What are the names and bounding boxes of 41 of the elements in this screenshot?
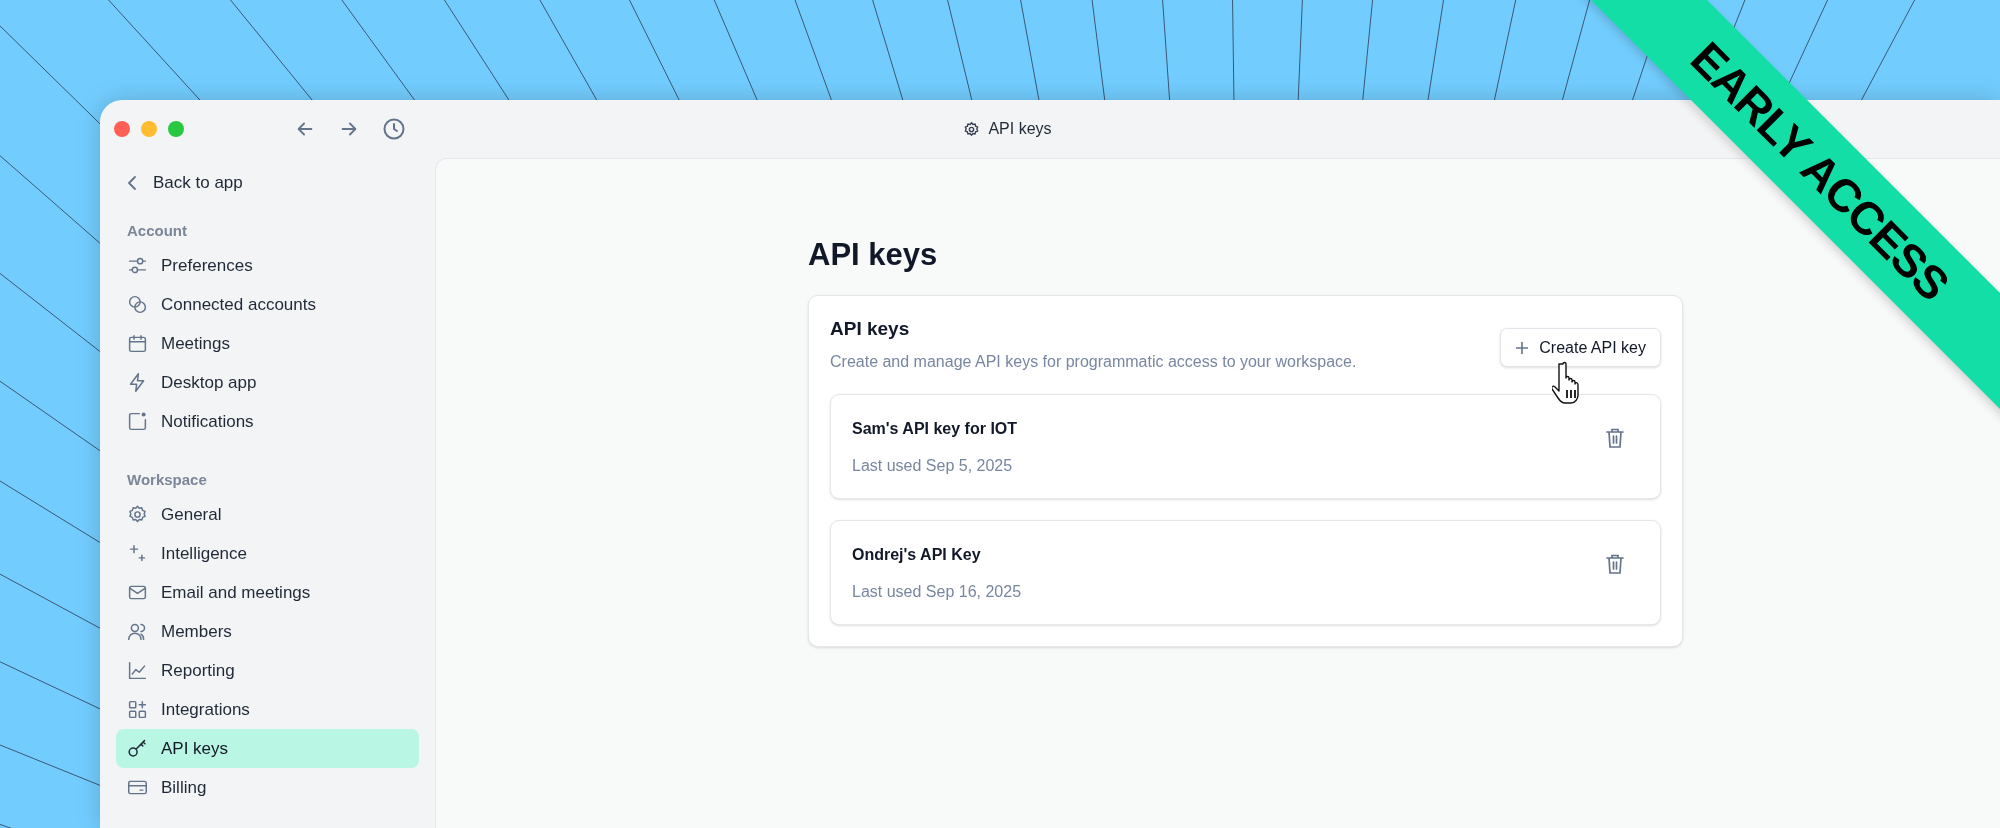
last-used-text: Last used Sep 5, 2025: [852, 456, 1014, 476]
window-title: API keys: [988, 119, 1052, 139]
sidebar-item[interactable]: Intelligence: [116, 534, 419, 573]
grid-plus-icon: [127, 699, 148, 720]
sparkles-icon: [127, 543, 148, 564]
create-api-key-button[interactable]: Create API key: [1500, 328, 1661, 367]
last-used-text: Last used Sep 16, 2025: [852, 582, 1022, 602]
history-clock-icon[interactable]: [382, 117, 406, 141]
sidebar-item[interactable]: Members: [116, 612, 419, 651]
sliders-icon: [127, 255, 148, 276]
sidebar-item[interactable]: Billing: [116, 768, 419, 807]
sidebar-item[interactable]: General: [116, 495, 419, 534]
section-heading: Workspace: [126, 469, 208, 490]
sidebar-item[interactable]: Email and meetings: [116, 573, 419, 612]
card-description: Create and manage API keys for programmatic access to your workspace.: [830, 352, 1357, 372]
close-window-icon[interactable]: [114, 121, 130, 137]
chevron-left-icon: [127, 175, 139, 191]
plus-icon: [1515, 340, 1530, 355]
sidebar-item[interactable]: API keys: [116, 729, 419, 768]
sidebar-item[interactable]: Meetings: [116, 324, 419, 363]
sidebar-item[interactable]: Connected accounts: [116, 285, 419, 324]
sidebar-item[interactable]: Notifications: [116, 402, 419, 441]
settings-icon: [963, 120, 981, 138]
api-key-name: Sam's API key for IOT: [852, 419, 1018, 439]
overlapping-circles-icon: [127, 294, 148, 315]
sidebar-item[interactable]: Desktop app: [116, 363, 419, 402]
gear-icon: [127, 504, 148, 525]
people-icon: [127, 621, 148, 642]
sidebar-item[interactable]: Integrations: [116, 690, 419, 729]
calendar-icon: [127, 333, 148, 354]
section-heading: Account: [126, 220, 188, 241]
sidebar-item[interactable]: Reporting: [116, 651, 419, 690]
trash-icon: [1605, 553, 1625, 575]
sidebar-item[interactable]: Preferences: [116, 246, 419, 285]
notification-square-icon: [127, 411, 148, 432]
trash-icon: [1605, 427, 1625, 449]
line-chart-icon: [127, 660, 148, 681]
back-to-app-link[interactable]: Back to app: [116, 164, 419, 202]
api-key-name: Ondrej's API Key: [852, 545, 982, 565]
card-title: API keys: [830, 317, 911, 341]
key-icon: [127, 738, 148, 759]
